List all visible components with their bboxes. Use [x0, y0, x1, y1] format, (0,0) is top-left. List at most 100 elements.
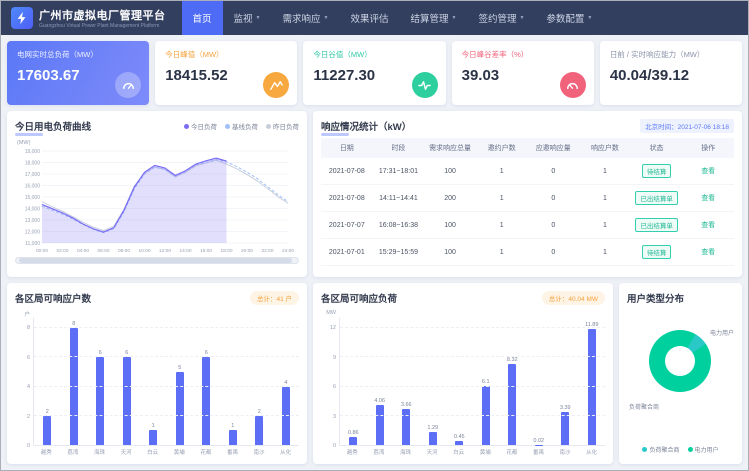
y-tick-label: 6 [27, 355, 30, 361]
table-row: 2021-07-0115:29~15:59100101待结算查看 [321, 239, 734, 266]
nav-item-home[interactable]: 首页 [182, 1, 223, 35]
svg-text:14,000: 14,000 [25, 206, 41, 212]
bar [229, 430, 237, 445]
kpi-card-realtime-total-load: 电网实时总负荷（MW）17603.67 [7, 41, 149, 105]
svg-text:18,000: 18,000 [25, 160, 41, 166]
bar-column: 8 [61, 318, 88, 445]
kpi-card-peak-valley-rate: 今日峰谷差率（%）39.03 [452, 41, 594, 105]
bar [561, 412, 569, 445]
y-tick-label: 4 [27, 384, 30, 390]
view-link[interactable]: 查看 [701, 168, 715, 175]
y-tick-label: 2 [27, 414, 30, 420]
svg-text:12,000: 12,000 [25, 229, 41, 235]
bar-value: 4.06 [374, 398, 385, 404]
x-tick-label: 番禺 [525, 448, 552, 456]
legend-item[interactable]: 基线负荷 [225, 121, 258, 131]
y-tick-label: 9 [333, 355, 336, 361]
bar-column: 6 [193, 318, 220, 445]
user-type-legend: 负荷聚合商电力用户 [627, 443, 734, 456]
scrollbar-thumb[interactable] [19, 258, 293, 263]
top-navbar: 广州市虚拟电厂管理平台 Guangzhou Virtual Power Plan… [1, 1, 748, 35]
bar-column: 2 [34, 318, 61, 445]
bar-value: 1 [231, 423, 234, 429]
gridline [34, 415, 299, 416]
kpi-value: 40.04/39.12 [610, 67, 732, 84]
legend-dot [225, 124, 230, 129]
user-type-title: 用户类型分布 [627, 291, 684, 305]
nav-item-monitor[interactable]: 监视▼ [223, 1, 272, 35]
gridline [340, 415, 605, 416]
bar [123, 357, 131, 445]
y-tick-label: 12 [330, 325, 336, 331]
bar [282, 387, 290, 445]
x-tick-label: 白云 [139, 448, 166, 456]
bar-column: 1.29 [420, 318, 447, 445]
bar-column: 11.89 [579, 318, 606, 445]
y-tick-label: 0 [27, 443, 30, 449]
response-stats-title: 响应情况统计（kW） [321, 119, 411, 133]
x-tick-label: 荔湾 [60, 448, 87, 456]
bar [349, 437, 357, 445]
kpi-label: 今日峰值（MW） [165, 49, 287, 60]
bar [455, 441, 463, 445]
main-nav: 首页监视▼需求响应▼效果评估结算管理▼签约管理▼参数配置▼ [182, 1, 604, 35]
legend-item[interactable]: 电力用户 [688, 445, 719, 454]
svg-text:14:00: 14:00 [179, 248, 191, 254]
load-curve-legend: 今日负荷基线负荷昨日负荷 [184, 121, 299, 131]
view-link[interactable]: 查看 [701, 222, 715, 229]
mid-row: 今日用电负荷曲线 今日负荷基线负荷昨日负荷 (MW) 11,00012,0001… [7, 111, 742, 277]
chart-zoom-scrollbar[interactable] [15, 257, 299, 264]
load-curve-chart: 11,00012,00013,00014,00015,00016,00017,0… [15, 146, 299, 254]
status-badge: 已出结算单 [635, 218, 678, 232]
svg-text:10:00: 10:00 [138, 248, 150, 254]
kpi-row: 电网实时总负荷（MW）17603.67今日峰值（MW）18415.52今日谷值（… [7, 41, 742, 105]
district-users-title: 各区局可响应户数 [15, 291, 91, 305]
nav-item-contract[interactable]: 签约管理▼ [467, 1, 535, 35]
nav-item-demand-response[interactable]: 需求响应▼ [271, 1, 339, 35]
column-header: 时段 [373, 138, 425, 158]
bar [588, 329, 596, 445]
bar-value: 3.39 [560, 405, 571, 411]
nav-item-effect-evaluation[interactable]: 效果评估 [339, 1, 399, 35]
x-tick-label: 越秀 [339, 448, 366, 456]
user-type-panel: 用户类型分布 电力用户 负荷聚合商 负荷聚合商电力用户 [619, 283, 742, 464]
bar-value: 0.02 [533, 438, 544, 444]
bottom-row: 各区局可响应户数 总计：41 户 户024682866156124 越秀荔湾海珠… [7, 283, 742, 464]
svg-text:11,000: 11,000 [25, 241, 40, 247]
bar-column: 1 [220, 318, 247, 445]
legend-item[interactable]: 今日负荷 [184, 121, 217, 131]
view-link[interactable]: 查看 [701, 195, 715, 202]
column-header: 邀约户数 [476, 138, 528, 158]
y-tick-label: 3 [333, 414, 336, 420]
x-tick-label: 海珠 [392, 448, 419, 456]
svg-text:20:00: 20:00 [241, 248, 253, 254]
svg-text:15,000: 15,000 [25, 195, 41, 201]
nav-item-settlement[interactable]: 结算管理▼ [399, 1, 467, 35]
bar [429, 432, 437, 445]
legend-item[interactable]: 昨日负荷 [266, 121, 299, 131]
view-link[interactable]: 查看 [701, 249, 715, 256]
bar-value: 3.66 [401, 402, 412, 408]
svg-text:24:00: 24:00 [282, 248, 294, 254]
pulse-icon [412, 72, 438, 98]
bar-column: 1 [140, 318, 167, 445]
nav-item-parameters[interactable]: 参数配置▼ [535, 1, 603, 35]
x-tick-label: 南沙 [246, 448, 273, 456]
district-load-panel: 各区局可响应负荷 总计：40.04 MW MW0369120.864.063.6… [313, 283, 613, 464]
svg-text:02:00: 02:00 [56, 248, 68, 254]
svg-text:22:00: 22:00 [261, 248, 273, 254]
svg-text:19,000: 19,000 [25, 149, 41, 155]
gridline [340, 386, 605, 387]
x-tick-label: 南沙 [552, 448, 579, 456]
svg-text:00:00: 00:00 [36, 248, 48, 254]
legend-item[interactable]: 负荷聚合商 [642, 445, 679, 454]
svg-text:16,000: 16,000 [25, 183, 41, 189]
x-tick-label: 番禺 [219, 448, 246, 456]
district-load-title: 各区局可响应负荷 [321, 291, 397, 305]
kpi-card-response-capacity: 日前 / 实时响应能力（MW）40.04/39.12 [600, 41, 742, 105]
y-tick-label: 0 [333, 443, 336, 449]
x-tick-label: 荔湾 [366, 448, 393, 456]
chevron-down-icon: ▼ [256, 15, 261, 21]
gridline [340, 327, 605, 328]
svg-text:17,000: 17,000 [25, 172, 41, 178]
